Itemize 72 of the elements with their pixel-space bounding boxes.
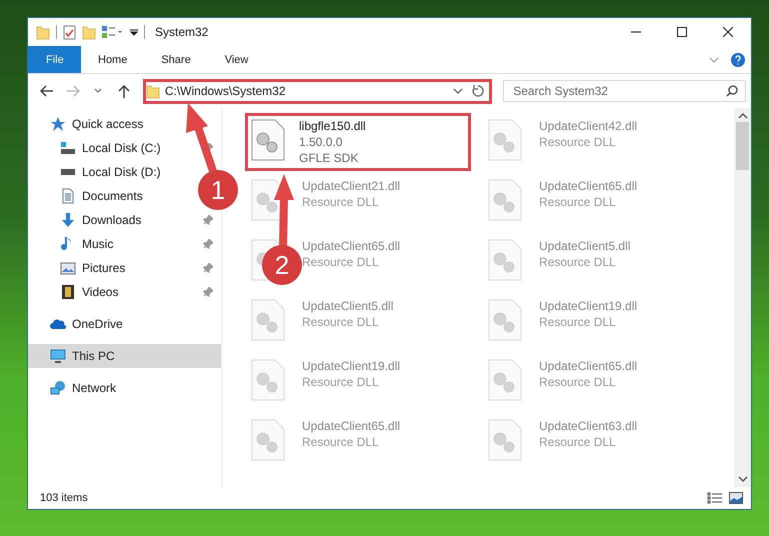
up-arrow-icon <box>118 84 130 98</box>
file-detail: Resource DLL <box>302 194 380 210</box>
ribbon-tab[interactable]: Home <box>81 46 144 73</box>
nav-item[interactable]: Pictures <box>28 256 221 280</box>
scroll-down-icon[interactable] <box>738 475 748 483</box>
nav-item[interactable]: Documents <box>28 184 151 208</box>
file-detail: Resource DLL <box>539 314 617 330</box>
file-icon <box>250 298 286 342</box>
folder-icon <box>36 24 50 40</box>
item-count: 103 items <box>40 492 88 504</box>
help-icon[interactable] <box>731 52 745 66</box>
file-icon <box>487 298 523 342</box>
picture-icon <box>60 260 76 276</box>
folder-icon <box>146 84 160 98</box>
scrollbar-thumb[interactable] <box>736 122 749 170</box>
expand-ribbon-icon[interactable] <box>709 56 719 62</box>
file-detail: Resource DLL <box>539 254 617 270</box>
file-detail: Resource DLL <box>302 374 380 390</box>
file-detail: Resource DLL <box>302 314 380 330</box>
file-icon <box>487 238 523 282</box>
customize-icon[interactable] <box>130 27 138 37</box>
network-icon <box>50 380 66 396</box>
computer-icon <box>50 348 66 364</box>
film-icon <box>60 284 76 300</box>
file-detail: Resource DLL <box>302 434 380 450</box>
ribbon-tab[interactable]: Share <box>144 46 208 73</box>
view-options-icon[interactable] <box>102 25 124 39</box>
search-field[interactable]: Search System32 <box>503 80 746 102</box>
large-icons-view-icon[interactable] <box>729 492 743 504</box>
file-icon <box>487 178 523 222</box>
file-detail: Resource DLL <box>539 434 617 450</box>
file-menu-button[interactable]: File <box>28 46 81 73</box>
drive-icon <box>60 140 76 156</box>
refresh-icon[interactable] <box>471 84 486 98</box>
nav-item[interactable]: Network <box>28 376 124 400</box>
file-icon <box>487 418 523 462</box>
close-icon <box>723 27 733 37</box>
scrollbar[interactable] <box>734 108 751 487</box>
window-title: System32 <box>155 25 208 39</box>
file-icon <box>487 118 523 162</box>
download-icon <box>60 212 76 228</box>
address-bar[interactable]: C:\Windows\System32 <box>142 78 492 104</box>
document-icon <box>60 188 76 204</box>
nav-item[interactable]: Videos <box>28 280 221 304</box>
details-view-icon[interactable] <box>707 492 723 504</box>
scroll-up-icon[interactable] <box>738 112 748 120</box>
file-detail: 1.50.0.0 <box>299 134 344 150</box>
file-detail: Resource DLL <box>302 254 380 270</box>
file-icon <box>250 358 286 402</box>
nav-item[interactable]: This PC <box>28 344 221 368</box>
nav-item[interactable]: Music <box>28 232 221 256</box>
nav-item[interactable]: Local Disk (D:) <box>28 160 169 184</box>
file-icon <box>487 358 523 402</box>
selected-file-item[interactable]: libgfle150.dll 1.50.0.0 GFLE SDK <box>245 113 471 171</box>
star-icon <box>50 116 66 132</box>
maximize-icon <box>677 27 687 37</box>
file-name[interactable]: libgfle150.dll <box>299 118 366 134</box>
nav-item[interactable]: Quick access <box>28 112 152 136</box>
file-detail: Resource DLL <box>539 374 617 390</box>
ribbon-tab[interactable]: View <box>208 46 266 73</box>
back-arrow-icon <box>40 85 54 97</box>
file-detail: Resource DLL <box>539 194 617 210</box>
dropdown-icon[interactable] <box>453 88 464 94</box>
file-icon <box>250 418 286 462</box>
file-detail: GFLE SDK <box>299 150 360 166</box>
nav-item[interactable]: OneDrive <box>28 312 131 336</box>
file-detail: Resource DLL <box>539 134 617 150</box>
chevron-down-icon <box>94 88 102 94</box>
file-icon <box>250 118 286 162</box>
forward-arrow-icon <box>66 85 80 97</box>
folder-icon <box>82 24 96 40</box>
properties-icon[interactable] <box>63 24 76 40</box>
